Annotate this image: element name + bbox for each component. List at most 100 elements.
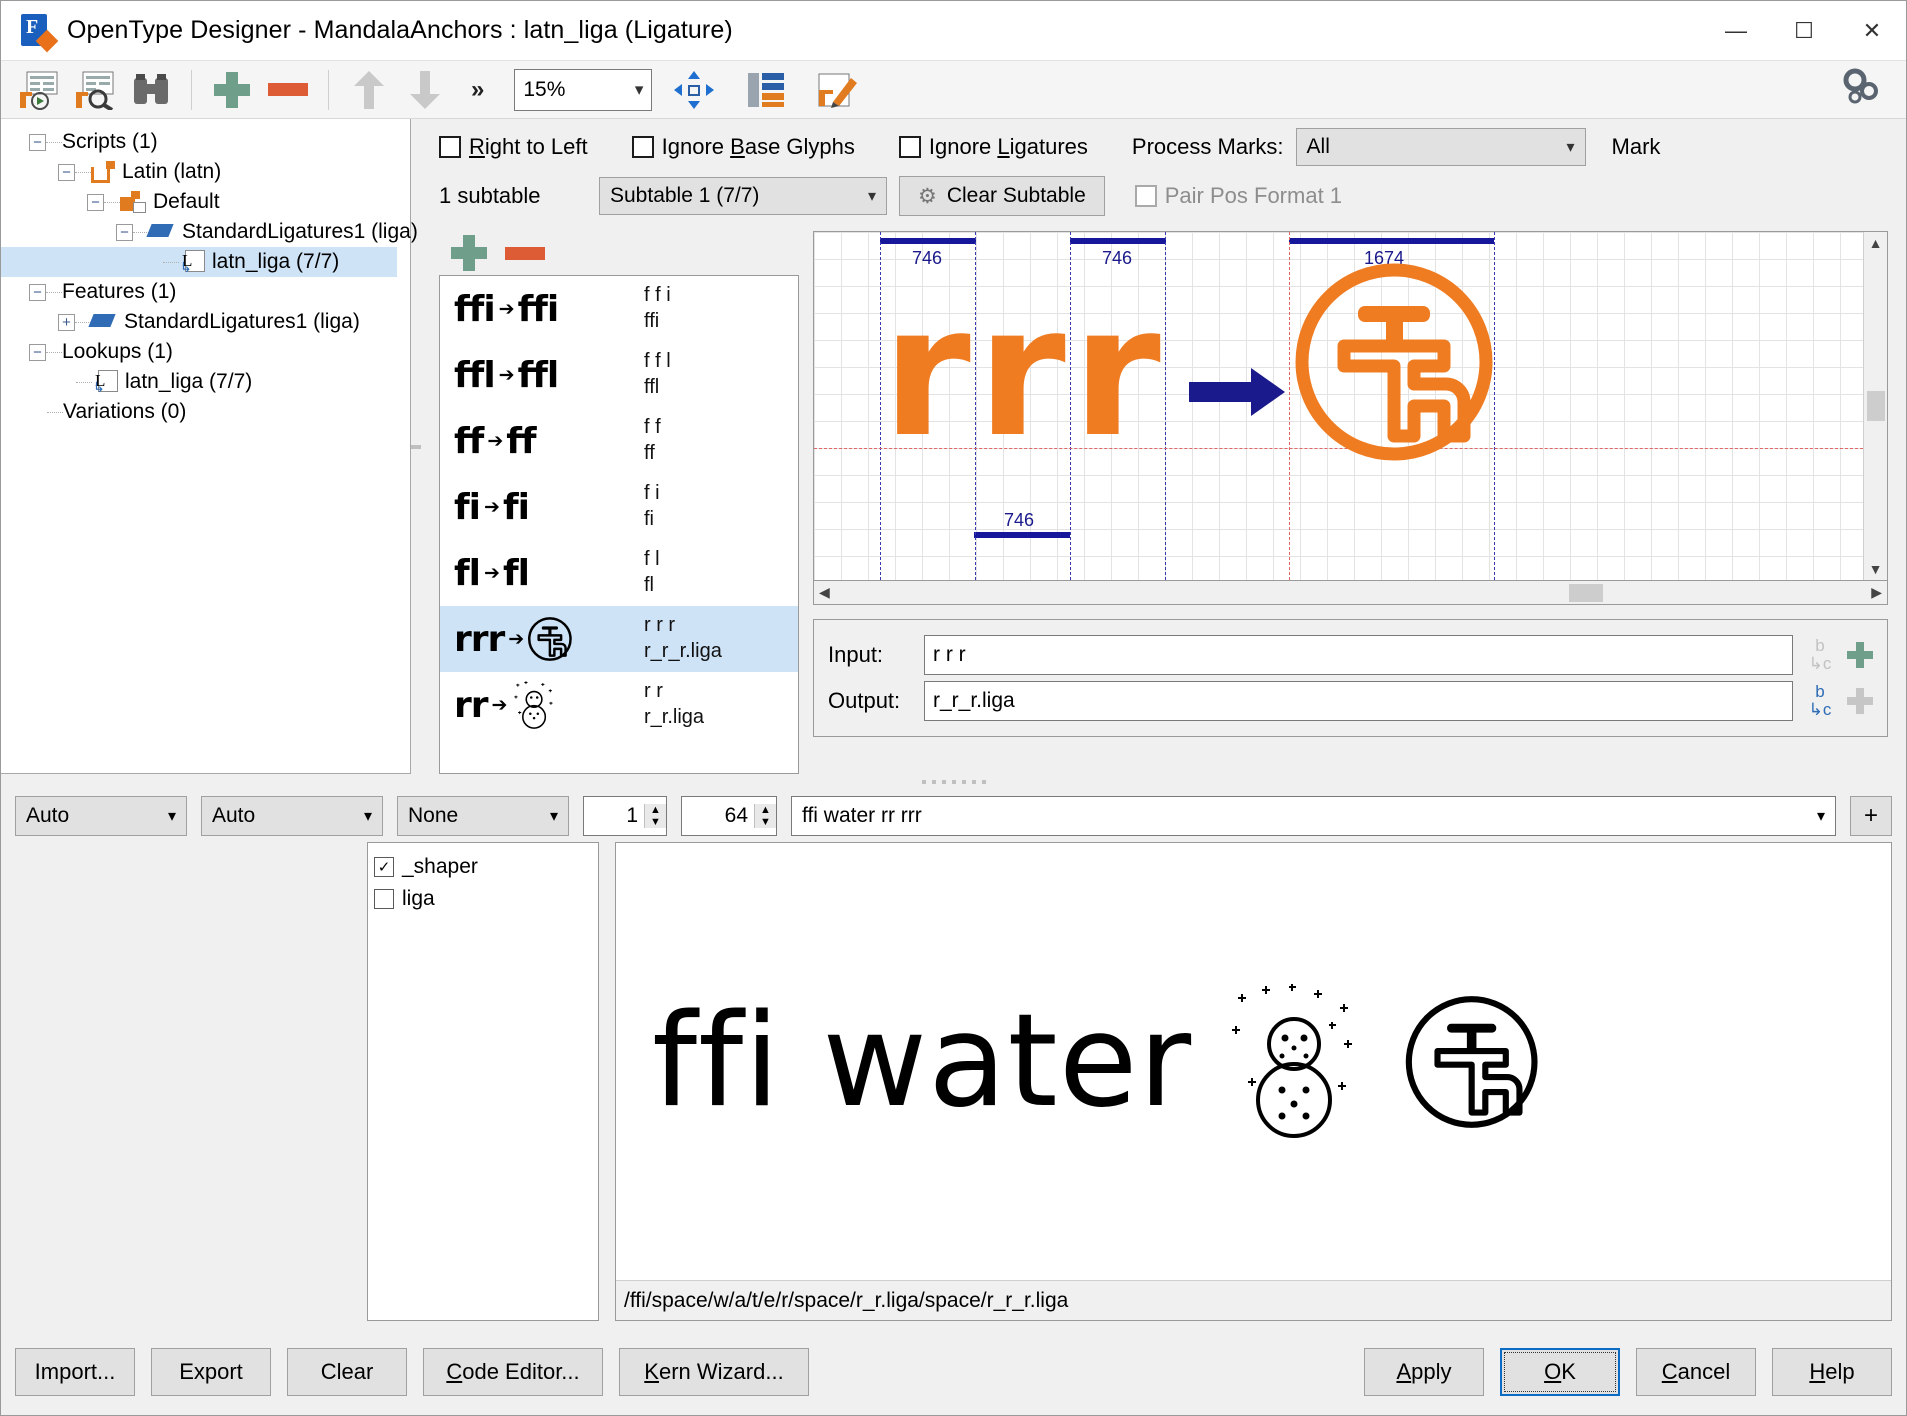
guide-line-4: [1165, 232, 1166, 580]
glyph-canvas[interactable]: 746 746 1674 746 r r r: [814, 232, 1863, 580]
maximize-button[interactable]: ☐: [1770, 1, 1838, 61]
size-spin-up-icon[interactable]: ▲: [755, 804, 776, 816]
code-editor-button[interactable]: Code Editor...: [423, 1348, 603, 1396]
sample-text-combo[interactable]: ffi water rr rrr ▾: [791, 796, 1836, 836]
input-byclass-icon[interactable]: b ↳c: [1803, 637, 1837, 673]
feature-list-item[interactable]: liga: [374, 883, 592, 915]
output-field[interactable]: r_r_r.liga: [924, 681, 1793, 721]
output-add-icon[interactable]: [1847, 688, 1873, 714]
scroll-right-icon[interactable]: ▶: [1868, 581, 1885, 604]
tree-node[interactable]: L ↳ latn_liga (7/7): [1, 247, 397, 277]
subtable-combo[interactable]: Subtable 1 (7/7) ▾: [599, 177, 887, 215]
tree-node[interactable]: − Features (1): [15, 277, 410, 307]
feature-list-item[interactable]: ✓ _shaper: [374, 851, 592, 883]
import-button[interactable]: Import...: [15, 1348, 135, 1396]
canvas-vertical-scrollbar[interactable]: ▲ ▼: [1863, 232, 1887, 580]
feature-checkbox[interactable]: ✓: [374, 857, 394, 877]
input-add-icon[interactable]: [1847, 642, 1873, 668]
cancel-button[interactable]: Cancel: [1636, 1348, 1756, 1396]
export-button[interactable]: Export: [151, 1348, 271, 1396]
ligature-row[interactable]: ffl ➔ ffl f f l ffl: [440, 342, 798, 408]
add-ligature-icon[interactable]: [451, 235, 487, 271]
minimize-button[interactable]: —: [1702, 1, 1770, 61]
tree-node[interactable]: − Latin (latn): [15, 157, 410, 187]
scroll-down-icon[interactable]: ▼: [1866, 558, 1886, 580]
canvas-horizontal-scrollbar[interactable]: ◀ ▶: [813, 581, 1888, 605]
ligature-output-name: r_r.liga: [644, 706, 705, 728]
ignore-ligatures-checkbox[interactable]: [898, 136, 921, 158]
table-icon[interactable]: [742, 67, 790, 113]
kern-wizard-button[interactable]: Kern Wizard...: [619, 1348, 809, 1396]
toolbar-overflow-button[interactable]: »: [471, 76, 484, 104]
tree-toggle-icon[interactable]: −: [116, 223, 133, 241]
scroll-left-icon[interactable]: ◀: [816, 581, 833, 604]
ligature-row[interactable]: fi ➔ fi f i fi: [440, 474, 798, 540]
edit-icon[interactable]: [814, 67, 862, 113]
feature-checkbox[interactable]: [374, 889, 394, 909]
right-to-left-checkbox[interactable]: [439, 136, 461, 158]
move-down-icon[interactable]: [401, 67, 449, 113]
ligature-row[interactable]: rrr ➔ r r r r_r_r.liga: [440, 606, 798, 672]
horizontal-splitter[interactable]: [1, 774, 1906, 790]
direction-combo[interactable]: None ▾: [397, 796, 569, 836]
measure-value-4: 746: [1004, 510, 1035, 530]
tree-node[interactable]: − Scripts (1): [15, 127, 410, 157]
move-up-icon[interactable]: [345, 67, 393, 113]
clear-subtable-button[interactable]: ⚙ Clear Subtable: [899, 176, 1105, 216]
remove-ligature-icon[interactable]: [505, 246, 545, 260]
chevron-down-icon: ▾: [867, 188, 876, 205]
hscroll-thumb[interactable]: [1568, 583, 1603, 602]
ligature-list[interactable]: ffi ➔ ffi f f i ffi ffl ➔ ffl f f l ffl ff ➔ ff f f ff…: [439, 275, 799, 774]
script-combo[interactable]: Auto ▾: [15, 796, 187, 836]
ligature-output-glyph: ffi: [517, 288, 560, 330]
apply-button[interactable]: Apply: [1364, 1348, 1484, 1396]
fit-icon[interactable]: [670, 67, 718, 113]
close-button[interactable]: ✕: [1838, 1, 1906, 61]
ligature-row[interactable]: ff ➔ ff f f ff: [440, 408, 798, 474]
ligature-row[interactable]: ffi ➔ ffi f f i ffi: [440, 276, 798, 342]
glyph-r-1: r: [882, 268, 971, 477]
add-icon[interactable]: [208, 67, 256, 113]
feature-checkbox-list[interactable]: ✓ _shaper liga: [367, 842, 599, 1321]
index-spin-up-icon[interactable]: ▲: [645, 804, 666, 816]
ok-button[interactable]: OK: [1500, 1348, 1620, 1396]
ignore-base-glyphs-checkbox[interactable]: [631, 136, 654, 158]
tree-node[interactable]: − Default: [15, 187, 410, 217]
ligature-row[interactable]: rr ➔ r r r_r.liga: [440, 672, 798, 738]
feature-tree[interactable]: − Scripts (1) − Latin (latn) − Default − Standa…: [1, 119, 418, 427]
language-combo[interactable]: Auto ▾: [201, 796, 383, 836]
binoculars-icon[interactable]: [127, 67, 175, 113]
size-spinner[interactable]: 64 ▲ ▼: [681, 796, 777, 836]
tree-toggle-icon[interactable]: −: [87, 193, 104, 211]
clear-button[interactable]: Clear: [287, 1348, 407, 1396]
tree-node[interactable]: + StandardLigatures1 (liga): [15, 307, 410, 337]
index-spin-down-icon[interactable]: ▼: [645, 816, 666, 828]
process-marks-combo[interactable]: All ▾: [1295, 128, 1586, 166]
tree-toggle-icon[interactable]: −: [29, 133, 46, 151]
zoom-combo[interactable]: 15% ▾: [514, 68, 653, 111]
tree-node[interactable]: − Lookups (1): [15, 337, 410, 367]
add-sample-button[interactable]: +: [1850, 796, 1892, 836]
tree-node[interactable]: − StandardLigatures1 (liga): [15, 217, 418, 247]
tree-toggle-icon[interactable]: −: [58, 163, 75, 181]
output-byclass-icon[interactable]: b ↳c: [1803, 683, 1837, 719]
tree-toggle-icon[interactable]: +: [58, 313, 75, 331]
size-spin-down-icon[interactable]: ▼: [755, 816, 776, 828]
tree-node[interactable]: L ↳ latn_liga (7/7): [15, 367, 410, 397]
index-spinner[interactable]: 1 ▲ ▼: [583, 796, 667, 836]
measure-bar-2: [1070, 238, 1166, 244]
tree-toggle-icon[interactable]: −: [29, 343, 46, 361]
preview-search-icon[interactable]: [71, 67, 119, 113]
help-button[interactable]: Help: [1772, 1348, 1892, 1396]
remove-icon[interactable]: [264, 67, 312, 113]
settings-gear-icon[interactable]: [1838, 63, 1882, 116]
input-field[interactable]: r r r: [924, 635, 1793, 675]
text-preview-canvas[interactable]: ffi water: [616, 843, 1891, 1280]
vscroll-thumb[interactable]: [1866, 391, 1885, 421]
ligature-row[interactable]: fl ➔ fl f l fl: [440, 540, 798, 606]
scroll-up-icon[interactable]: ▲: [1866, 232, 1886, 254]
tree-node[interactable]: Variations (0): [15, 397, 410, 427]
tree-toggle-icon[interactable]: −: [29, 283, 46, 301]
vertical-splitter[interactable]: [411, 119, 421, 774]
preview-run-icon[interactable]: [15, 67, 63, 113]
